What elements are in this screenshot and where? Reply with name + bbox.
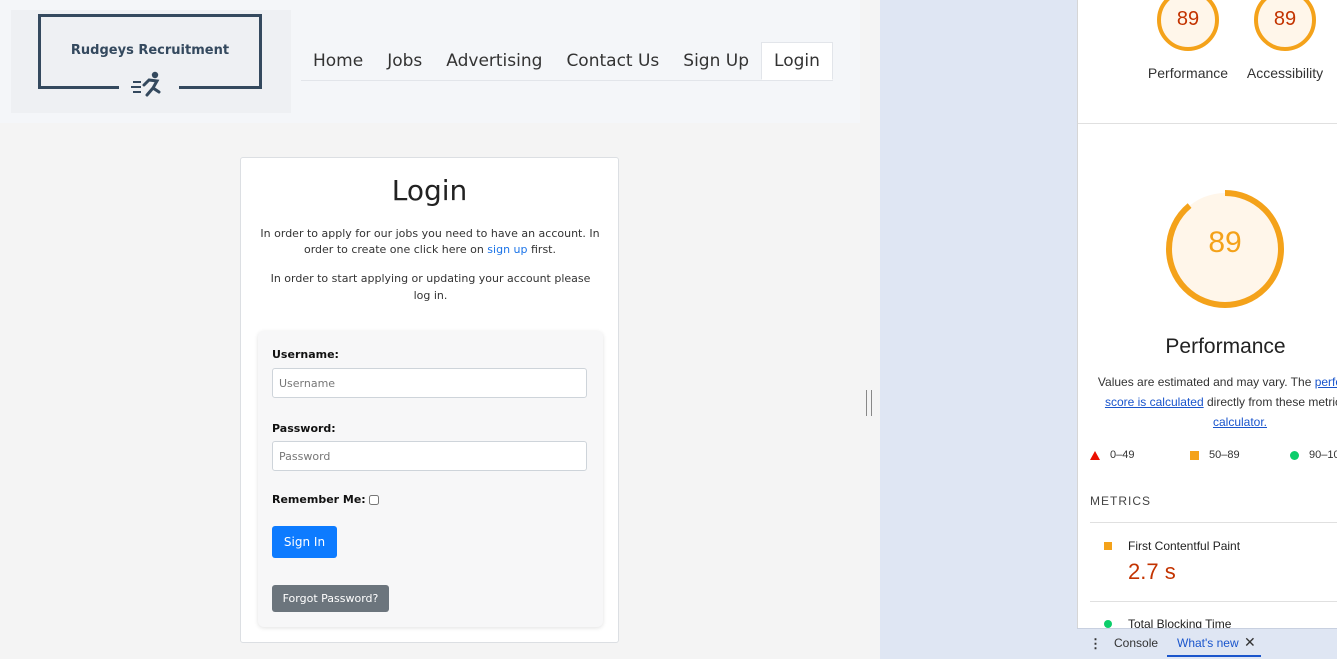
metrics-heading: METRICS — [1090, 494, 1151, 508]
nav-jobs[interactable]: Jobs — [375, 42, 434, 80]
remember-me-checkbox[interactable] — [368, 494, 379, 505]
metric-fcp-name: First Contentful Paint — [1128, 539, 1241, 553]
login-instruction: In order to start applying or updating y… — [270, 272, 591, 302]
nav-contact-us[interactable]: Contact Us — [554, 42, 671, 80]
username-input[interactable] — [272, 368, 587, 398]
site-logo[interactable]: Rudgeys Recruitment — [11, 10, 291, 113]
remember-me: Remember Me: — [272, 493, 379, 506]
login-card: Login In order to apply for our jobs you… — [240, 157, 619, 643]
desc-text-1: Values are estimated and may vary. The — [1097, 375, 1315, 389]
password-input[interactable] — [272, 441, 587, 471]
resize-handle[interactable] — [866, 390, 872, 416]
legend-pass-range: 90–100 — [1309, 449, 1337, 461]
devtools-drawer: ⋮ Console What's new ✕ — [1077, 628, 1337, 659]
legend-average: 50–89 — [1190, 449, 1290, 461]
nav-sign-up[interactable]: Sign Up — [671, 42, 761, 80]
sign-up-link[interactable]: sign up — [487, 243, 527, 256]
triangle-icon — [1090, 450, 1100, 460]
legend-average-range: 50–89 — [1209, 449, 1240, 461]
nav-advertising[interactable]: Advertising — [434, 42, 554, 80]
desc-text-2: directly from these metrics. — [1206, 395, 1337, 409]
login-form: Username: Password: Remember Me: Sign In… — [258, 331, 603, 627]
legend-fail: 0–49 — [1090, 449, 1190, 461]
accessibility-gauge-label: Accessibility — [1246, 65, 1324, 81]
square-icon — [1190, 450, 1199, 460]
nav-login[interactable]: Login — [761, 42, 833, 80]
page-title: Login — [391, 174, 468, 207]
password-label: Password: — [272, 422, 336, 435]
sign-in-button[interactable]: Sign In — [272, 526, 337, 558]
metric-fcp-value: 2.7 s — [1128, 559, 1176, 584]
viewport-gutter — [860, 0, 880, 659]
close-icon[interactable]: ✕ — [1244, 634, 1256, 651]
remember-me-label: Remember Me: — [272, 493, 366, 506]
logo-text: Rudgeys Recruitment — [70, 43, 230, 58]
nav-home[interactable]: Home — [301, 42, 375, 80]
devtools-empty-area — [880, 0, 1077, 659]
username-label: Username: — [272, 348, 339, 361]
lighthouse-panel: 89 Performance 89 Accessibility 89 Perfo… — [1077, 0, 1337, 659]
performance-gauge-label: Performance — [1147, 65, 1229, 81]
legend-fail-range: 0–49 — [1110, 449, 1135, 461]
performance-score-small: 89 — [1176, 8, 1200, 30]
performance-description: Values are estimated and may vary. The p… — [1090, 372, 1337, 432]
intro-text-after: first. — [527, 243, 556, 256]
forgot-password-button[interactable]: Forgot Password? — [272, 585, 389, 612]
performance-gauge-large: 89 — [1162, 186, 1288, 312]
intro-text: In order to apply for our jobs you need … — [255, 226, 605, 258]
metrics-divider — [1090, 601, 1337, 602]
runner-icon — [119, 68, 179, 104]
circle-icon — [1104, 620, 1112, 628]
website-viewport: Rudgeys Recruitment Home Jobs Advertisin… — [0, 0, 860, 659]
circle-icon — [1290, 450, 1299, 460]
kebab-menu-icon[interactable]: ⋮ — [1089, 636, 1102, 652]
tab-console[interactable]: Console — [1114, 636, 1158, 650]
section-divider — [1078, 123, 1337, 124]
site-header: Rudgeys Recruitment Home Jobs Advertisin… — [0, 0, 860, 123]
legend-pass: 90–100 — [1290, 449, 1337, 461]
square-icon — [1104, 542, 1112, 550]
score-legend: 0–49 50–89 90–100 — [1090, 449, 1337, 461]
accessibility-gauge-small[interactable]: 89 — [1253, 0, 1317, 52]
performance-heading: Performance — [1165, 335, 1286, 358]
main-nav: Home Jobs Advertising Contact Us Sign Up… — [301, 42, 833, 81]
metrics-divider — [1090, 522, 1337, 523]
performance-gauge-small[interactable]: 89 — [1156, 0, 1220, 52]
performance-score-large: 89 — [1208, 226, 1242, 259]
accessibility-score-small: 89 — [1273, 8, 1297, 30]
